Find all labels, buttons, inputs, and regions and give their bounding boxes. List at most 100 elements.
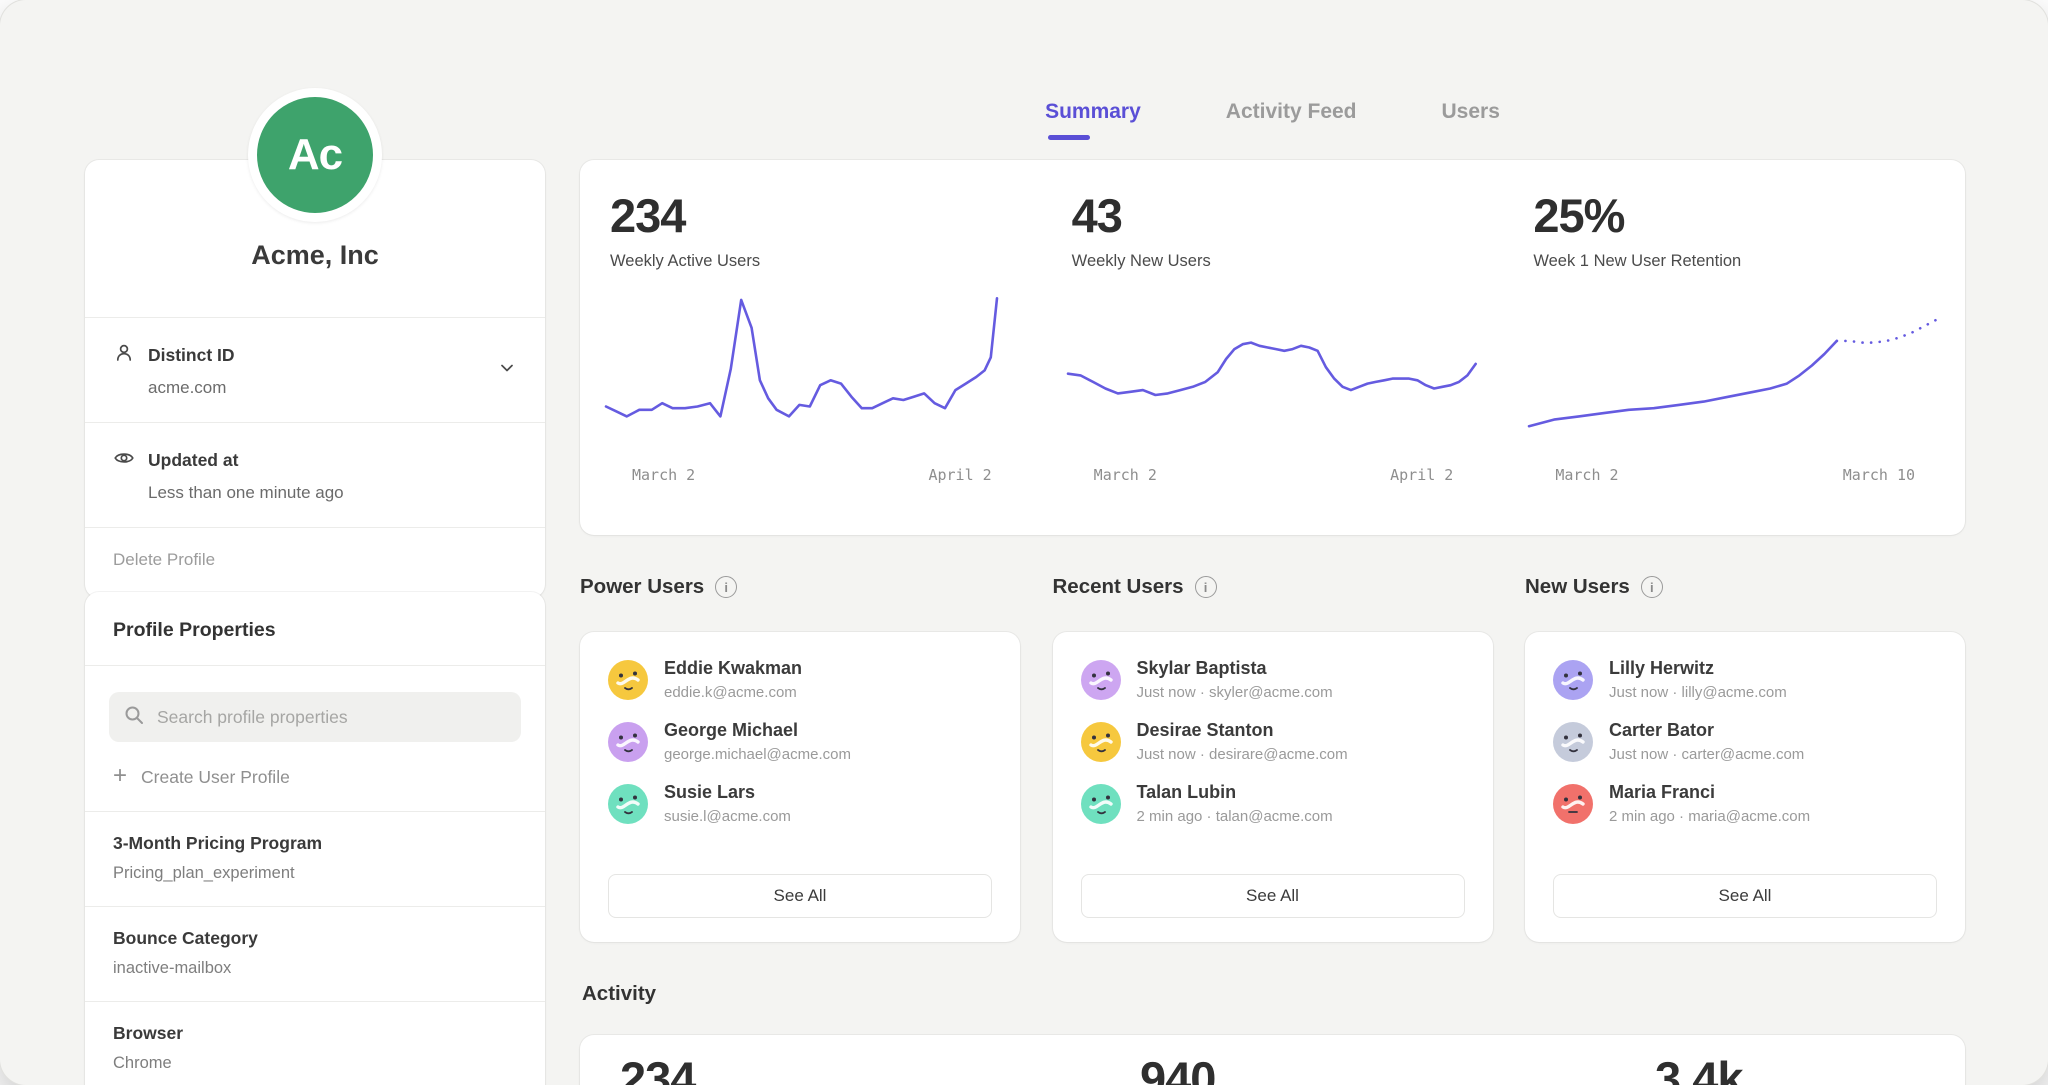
summary-stats-card: 234 Weekly Active Users March 2 April 2 … (580, 160, 1965, 535)
user-row[interactable]: Desirae Stanton Just now · desirare@acme… (1081, 720, 1465, 763)
user-lists-header: Power Users Recent Users New Users (580, 575, 1965, 599)
property-name: Browser (113, 1023, 517, 1044)
stat-label: Weekly Active Users (610, 252, 1012, 271)
user-avatar (1081, 722, 1121, 762)
company-avatar-initials: Ac (288, 130, 342, 180)
new-users-title: New Users (1525, 575, 1965, 599)
user-row[interactable]: Lilly Herwitz Just now · lilly@acme.com (1553, 658, 1937, 701)
tab-summary[interactable]: Summary (1045, 100, 1141, 140)
user-subtitle: Just now · skyler@acme.com (1137, 684, 1333, 701)
profile-properties-title: Profile Properties (85, 592, 545, 665)
info-icon[interactable] (715, 576, 737, 598)
user-name: Talan Lubin (1137, 782, 1333, 803)
create-user-profile-button[interactable]: Create User Profile (113, 767, 517, 788)
power-users-title: Power Users (580, 575, 1020, 599)
distinct-id-label: Distinct ID (148, 345, 235, 366)
activity-card: 234 940 3.4k (580, 1035, 1965, 1085)
weekly-new-users-chart (1066, 289, 1486, 464)
user-name: George Michael (664, 720, 851, 741)
activity-stat: 940 (1140, 1051, 1215, 1085)
user-row[interactable]: Maria Franci 2 min ago · maria@acme.com (1553, 782, 1937, 825)
user-name: Susie Lars (664, 782, 791, 803)
user-row[interactable]: Skylar Baptista Just now · skyler@acme.c… (1081, 658, 1465, 701)
user-subtitle: george.michael@acme.com (664, 746, 851, 763)
delete-profile-button[interactable]: Delete Profile (85, 528, 545, 598)
week1-retention-chart (1527, 289, 1947, 464)
updated-at-row: Updated at Less than one minute ago (85, 423, 545, 527)
tab-activity-feed[interactable]: Activity Feed (1226, 100, 1357, 140)
user-subtitle: 2 min ago · talan@acme.com (1137, 808, 1333, 825)
stat-label: Week 1 New User Retention (1533, 252, 1935, 271)
user-subtitle: eddie.k@acme.com (664, 684, 802, 701)
user-subtitle: susie.l@acme.com (664, 808, 791, 825)
x-axis-tick: March 2 (1094, 466, 1157, 484)
chevron-down-icon[interactable] (495, 356, 519, 385)
activity-stat: 234 (620, 1051, 695, 1085)
property-name: 3-Month Pricing Program (113, 833, 517, 854)
tab-users-label: Users (1442, 100, 1500, 123)
stat-value: 43 (1072, 188, 1474, 243)
distinct-id-value: acme.com (148, 378, 517, 398)
user-subtitle: 2 min ago · maria@acme.com (1609, 808, 1810, 825)
active-tab-underline (1048, 135, 1090, 140)
see-all-button[interactable]: See All (1081, 874, 1465, 918)
search-input[interactable] (155, 706, 507, 729)
user-name: Eddie Kwakman (664, 658, 802, 679)
stat-weekly-new-users: 43 Weekly New Users March 2 April 2 (1042, 160, 1504, 535)
property-item: Bounce Category inactive-mailbox (85, 907, 545, 1001)
stat-value: 234 (610, 188, 1012, 243)
info-icon[interactable] (1195, 576, 1217, 598)
profile-dashboard: Ac Acme, Inc Distinct ID acme.com Upda (0, 0, 2048, 1085)
search-icon (123, 704, 145, 731)
tab-summary-label: Summary (1045, 100, 1141, 123)
property-value: Pricing_plan_experiment (113, 864, 517, 883)
user-name: Carter Bator (1609, 720, 1804, 741)
updated-at-value: Less than one minute ago (148, 483, 517, 503)
x-axis-tick: March 10 (1843, 466, 1915, 484)
user-avatar (608, 722, 648, 762)
user-avatar (1081, 784, 1121, 824)
user-name: Lilly Herwitz (1609, 658, 1787, 679)
property-value: Chrome (113, 1054, 517, 1073)
property-value: inactive-mailbox (113, 959, 517, 978)
property-item: 3-Month Pricing Program Pricing_plan_exp… (85, 812, 545, 906)
eye-icon (113, 447, 135, 474)
user-avatar (1553, 660, 1593, 700)
see-all-button[interactable]: See All (608, 874, 992, 918)
user-name: Skylar Baptista (1137, 658, 1333, 679)
tab-users[interactable]: Users (1442, 100, 1500, 140)
see-all-button[interactable]: See All (1553, 874, 1937, 918)
new-users-card: Lilly Herwitz Just now · lilly@acme.com … (1525, 632, 1965, 942)
stat-value: 25% (1533, 188, 1935, 243)
user-row[interactable]: Carter Bator Just now · carter@acme.com (1553, 720, 1937, 763)
user-row[interactable]: Talan Lubin 2 min ago · talan@acme.com (1081, 782, 1465, 825)
x-axis-tick: March 2 (632, 466, 695, 484)
user-row[interactable]: Susie Lars susie.l@acme.com (608, 782, 992, 825)
person-icon (113, 342, 135, 369)
property-name: Bounce Category (113, 928, 517, 949)
property-item: Browser Chrome (85, 1002, 545, 1085)
info-icon[interactable] (1641, 576, 1663, 598)
recent-users-card: Skylar Baptista Just now · skyler@acme.c… (1053, 632, 1493, 942)
stat-week1-retention: 25% Week 1 New User Retention March 2 Ma… (1503, 160, 1965, 535)
user-avatar (1553, 784, 1593, 824)
list-title-label: New Users (1525, 575, 1630, 599)
distinct-id-row: Distinct ID acme.com (85, 318, 545, 422)
power-users-card: Eddie Kwakman eddie.k@acme.com George Mi… (580, 632, 1020, 942)
user-avatar (1553, 722, 1593, 762)
activity-stat: 3.4k (1655, 1051, 1742, 1085)
user-name: Maria Franci (1609, 782, 1810, 803)
recent-users-title: Recent Users (1053, 575, 1493, 599)
activity-title: Activity (582, 982, 656, 1006)
plus-icon (113, 767, 127, 788)
list-title-label: Recent Users (1053, 575, 1184, 599)
user-lists: Eddie Kwakman eddie.k@acme.com George Mi… (580, 632, 1965, 942)
divider (85, 665, 545, 666)
profile-properties-card: Profile Properties Create User Profile 3… (85, 592, 545, 1085)
user-row[interactable]: George Michael george.michael@acme.com (608, 720, 992, 763)
user-row[interactable]: Eddie Kwakman eddie.k@acme.com (608, 658, 992, 701)
profile-properties-search[interactable] (109, 692, 521, 742)
user-name: Desirae Stanton (1137, 720, 1348, 741)
x-axis-tick: April 2 (1390, 466, 1453, 484)
stat-weekly-active-users: 234 Weekly Active Users March 2 April 2 (580, 160, 1042, 535)
